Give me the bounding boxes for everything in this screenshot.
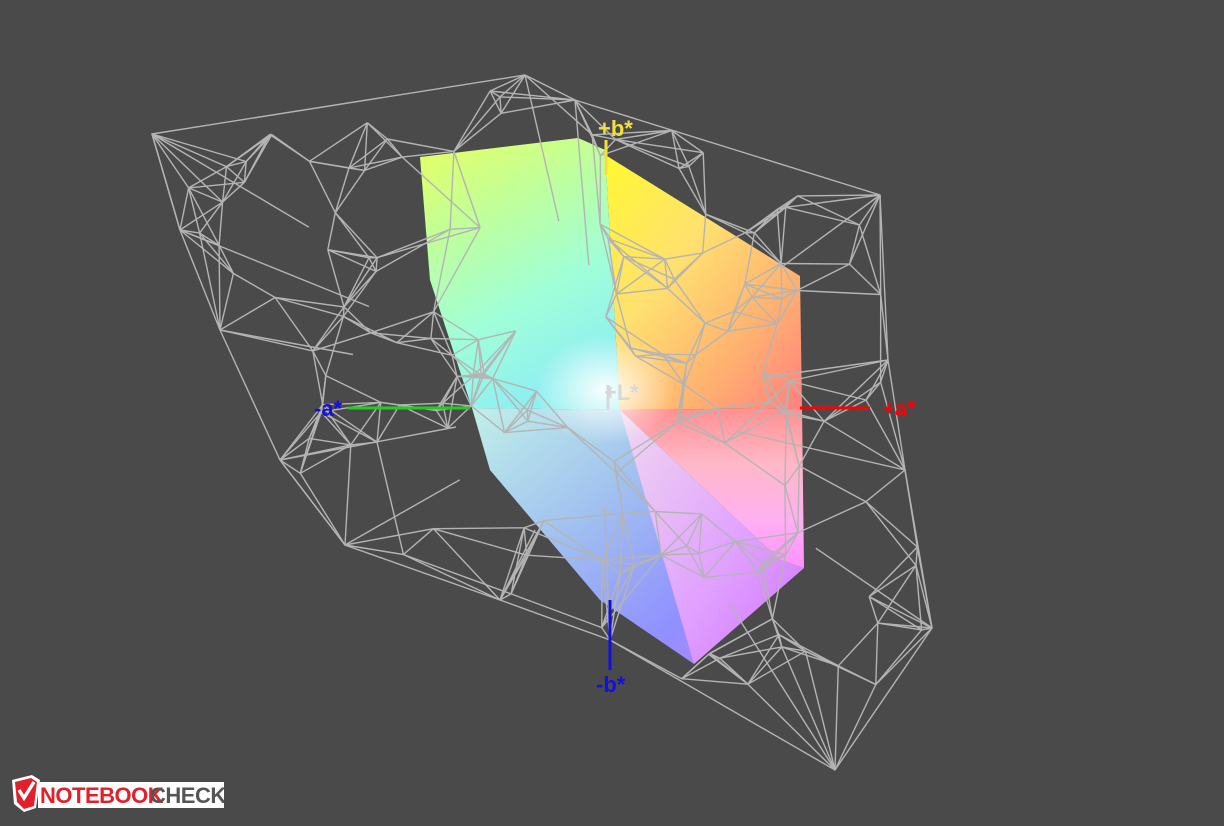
axis-label-plus-l: +L* <box>604 380 639 405</box>
gamut-3d-viewport[interactable]: +b* -a* +L* +a* -b* <box>0 0 1224 826</box>
logo-word-check: CHECK <box>150 783 224 808</box>
notebookcheck-logo: NOTEBOOK CHECK <box>12 775 224 812</box>
axis-label-plus-b: +b* <box>598 116 633 141</box>
checkmark-shield-icon <box>12 775 40 812</box>
axis-label-plus-a: +a* <box>882 396 916 421</box>
axis-label-minus-b: -b* <box>596 672 626 697</box>
logo-word-notebook: NOTEBOOK <box>40 783 164 808</box>
axis-label-minus-a: -a* <box>314 396 343 421</box>
